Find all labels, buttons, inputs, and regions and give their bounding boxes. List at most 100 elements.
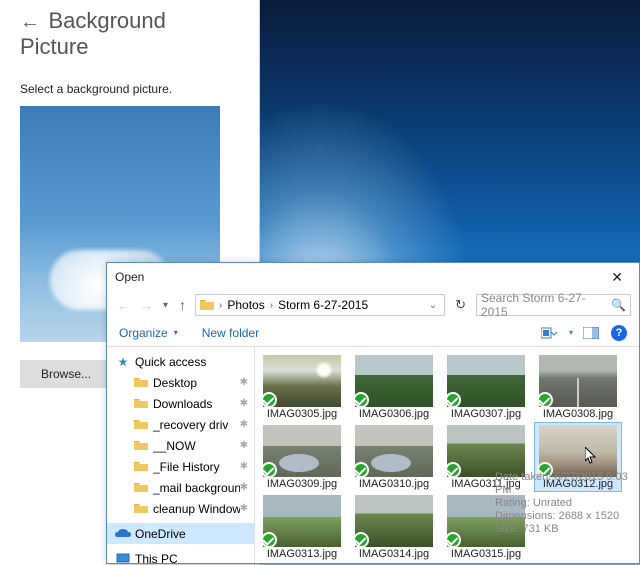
panel-instruction: Select a background picture. xyxy=(20,82,239,96)
navtree-item[interactable]: _File History✱ xyxy=(107,456,254,477)
pin-icon: ✱ xyxy=(240,398,248,409)
file-name-label: IMAG0312.jpg xyxy=(535,478,621,491)
nav-forward-button[interactable]: → xyxy=(138,298,155,313)
nav-history-dropdown[interactable]: ▾ xyxy=(161,300,170,311)
sync-badge-icon xyxy=(261,462,277,478)
file-name-label: IMAG0306.jpg xyxy=(351,408,437,421)
open-file-dialog: Open ✕ ← → ▾ ↑ › Photos › Storm 6-27-201… xyxy=(106,262,640,564)
nav-back-button[interactable]: ← xyxy=(115,298,132,313)
navtree-item[interactable]: cleanup Window✱ xyxy=(107,498,254,519)
search-placeholder: Search Storm 6-27-2015 xyxy=(481,291,611,319)
pin-icon: ✱ xyxy=(240,461,248,472)
navtree-item[interactable]: Downloads✱ xyxy=(107,393,254,414)
file-thumbnail[interactable]: IMAG0314.jpg xyxy=(351,493,437,561)
sync-badge-icon xyxy=(445,392,461,408)
view-options-button[interactable] xyxy=(541,325,559,341)
file-thumbnail[interactable]: IMAG0313.jpg xyxy=(259,493,345,561)
navtree-item[interactable]: _recovery driv✱ xyxy=(107,414,254,435)
file-thumbnail[interactable]: IMAG0311.jpg xyxy=(443,423,529,491)
file-thumbnail[interactable]: IMAG0308.jpg xyxy=(535,353,621,421)
search-icon: 🔍 xyxy=(611,298,626,312)
breadcrumb-bar[interactable]: › Photos › Storm 6-27-2015 ⌄ xyxy=(195,294,445,316)
navtree-this-pc[interactable]: This PC xyxy=(107,548,254,563)
folder-icon xyxy=(133,503,149,514)
panel-back-button[interactable]: ← xyxy=(20,11,44,34)
file-thumbnail[interactable]: IMAG0312.jpg xyxy=(535,423,621,491)
pin-icon: ✱ xyxy=(240,482,248,493)
dialog-title: Open xyxy=(115,270,603,284)
help-icon[interactable]: ? xyxy=(611,325,627,341)
organize-menu[interactable]: Organize xyxy=(119,326,168,340)
star-icon: ★ xyxy=(115,355,131,369)
folder-icon xyxy=(200,299,214,311)
pc-icon xyxy=(115,553,131,564)
sync-badge-icon xyxy=(353,532,369,548)
navtree-onedrive[interactable]: OneDrive xyxy=(107,523,254,544)
folder-icon xyxy=(133,377,149,388)
navtree-item[interactable]: __NOW✱ xyxy=(107,435,254,456)
navtree-item[interactable]: Desktop✱ xyxy=(107,372,254,393)
onedrive-icon xyxy=(115,529,131,539)
file-thumbnail[interactable]: IMAG0305.jpg xyxy=(259,353,345,421)
file-name-label: IMAG0308.jpg xyxy=(535,408,621,421)
navtree-label: _File History xyxy=(153,460,240,474)
new-folder-button[interactable]: New folder xyxy=(202,326,259,340)
sync-badge-icon xyxy=(353,392,369,408)
file-thumbnail[interactable]: IMAG0309.jpg xyxy=(259,423,345,491)
navtree-label: Desktop xyxy=(153,376,240,390)
browse-button[interactable]: Browse... xyxy=(20,360,112,388)
file-name-label: IMAG0305.jpg xyxy=(259,408,345,421)
navtree-label: Quick access xyxy=(135,355,254,369)
close-icon[interactable]: ✕ xyxy=(603,267,631,288)
folder-icon xyxy=(133,419,149,430)
folder-icon xyxy=(133,461,149,472)
nav-tree: ★ Quick access Desktop✱Downloads✱_recove… xyxy=(107,347,255,563)
folder-icon xyxy=(133,482,149,493)
file-name-label: IMAG0315.jpg xyxy=(443,548,529,561)
file-name-label: IMAG0307.jpg xyxy=(443,408,529,421)
sync-badge-icon xyxy=(537,392,553,408)
navtree-label: __NOW xyxy=(153,439,240,453)
navtree-label: _mail backgroun xyxy=(153,481,240,495)
preview-pane-button[interactable] xyxy=(583,325,601,341)
breadcrumb-dropdown-icon[interactable]: ⌄ xyxy=(426,300,440,311)
file-name-label: IMAG0313.jpg xyxy=(259,548,345,561)
file-thumbnail[interactable]: IMAG0315.jpg xyxy=(443,493,529,561)
file-thumbnail[interactable]: IMAG0306.jpg xyxy=(351,353,437,421)
sync-badge-icon xyxy=(261,532,277,548)
sync-badge-icon xyxy=(445,462,461,478)
breadcrumb-photos[interactable]: Photos xyxy=(223,298,268,312)
navtree-label: OneDrive xyxy=(135,527,254,541)
chevron-down-icon: ▾ xyxy=(174,328,178,337)
nav-up-button[interactable]: ↑ xyxy=(176,297,189,313)
pin-icon: ✱ xyxy=(240,419,248,430)
sync-badge-icon xyxy=(445,532,461,548)
file-name-label: IMAG0311.jpg xyxy=(443,478,529,491)
navtree-item[interactable]: _mail backgroun✱ xyxy=(107,477,254,498)
file-list-area: IMAG0305.jpg IMAG0306.jpg IMAG0307.jpg IMAG… xyxy=(255,347,639,563)
dialog-titlebar[interactable]: Open ✕ xyxy=(107,263,639,291)
dialog-toolbar: Organize ▾ New folder ▾ ? xyxy=(107,319,639,347)
navtree-label: _recovery driv xyxy=(153,418,240,432)
address-bar-row: ← → ▾ ↑ › Photos › Storm 6-27-2015 ⌄ ↻ S… xyxy=(107,291,639,319)
navtree-quick-access[interactable]: ★ Quick access xyxy=(107,351,254,372)
pin-icon: ✱ xyxy=(240,503,248,514)
navtree-label: Downloads xyxy=(153,397,240,411)
pin-icon: ✱ xyxy=(240,377,248,388)
pin-icon: ✱ xyxy=(240,440,248,451)
sync-badge-icon xyxy=(537,462,553,478)
file-name-label: IMAG0309.jpg xyxy=(259,478,345,491)
sync-badge-icon xyxy=(261,392,277,408)
navtree-label: cleanup Window xyxy=(153,502,240,516)
chevron-down-icon: ▾ xyxy=(569,328,573,337)
breadcrumb-storm[interactable]: Storm 6-27-2015 xyxy=(274,298,372,312)
sync-badge-icon xyxy=(353,462,369,478)
file-thumbnail[interactable]: IMAG0307.jpg xyxy=(443,353,529,421)
folder-icon xyxy=(133,440,149,451)
file-thumbnail[interactable]: IMAG0310.jpg xyxy=(351,423,437,491)
navtree-label: This PC xyxy=(135,552,254,564)
folder-icon xyxy=(133,398,149,409)
refresh-button[interactable]: ↻ xyxy=(451,297,470,313)
file-name-label: IMAG0314.jpg xyxy=(351,548,437,561)
search-input[interactable]: Search Storm 6-27-2015 🔍 xyxy=(476,294,631,316)
